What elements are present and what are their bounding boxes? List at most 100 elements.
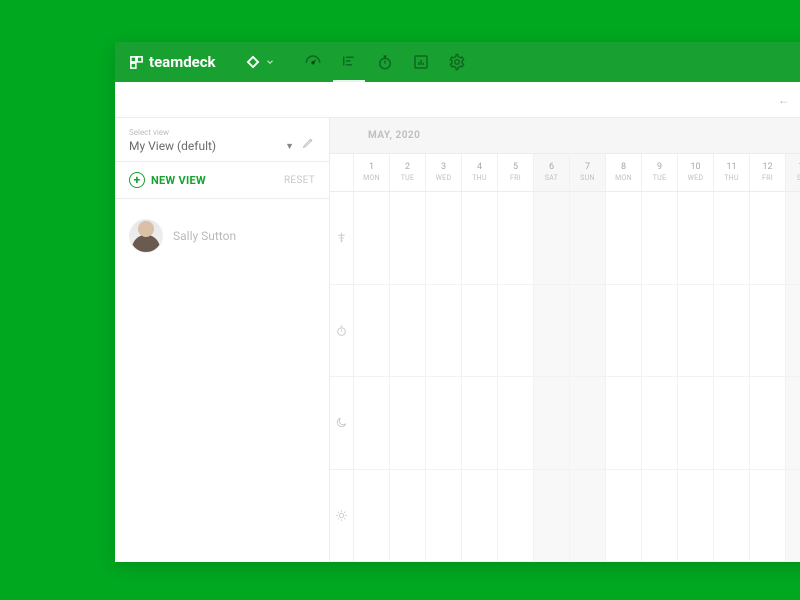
grid-cell[interactable] — [750, 470, 785, 563]
grid-cell[interactable] — [606, 285, 641, 378]
avatar — [129, 219, 163, 253]
grid-cell[interactable] — [786, 470, 800, 563]
grid-column — [714, 192, 750, 562]
grid-column — [390, 192, 426, 562]
person-row[interactable]: Sally Sutton — [115, 199, 329, 273]
grid-cell[interactable] — [642, 285, 677, 378]
day-header-cell[interactable]: 6SAT — [534, 154, 570, 191]
grid-cell[interactable] — [642, 470, 677, 563]
workspace-switcher[interactable] — [244, 53, 275, 71]
grid-cell[interactable] — [498, 285, 533, 378]
day-header-cell[interactable]: 5FRI — [498, 154, 534, 191]
grid-cell[interactable] — [678, 285, 713, 378]
grid-cell[interactable] — [498, 377, 533, 470]
day-header-cell[interactable]: 13SAT — [786, 154, 800, 191]
grid-cell[interactable] — [750, 192, 785, 285]
grid-cell[interactable] — [390, 285, 425, 378]
grid-cell[interactable] — [534, 285, 569, 378]
grid-cell[interactable] — [354, 285, 389, 378]
grid-cell[interactable] — [426, 285, 461, 378]
grid-cell[interactable] — [750, 285, 785, 378]
row-vacation[interactable] — [330, 470, 353, 563]
grid-cell[interactable] — [498, 192, 533, 285]
brand[interactable]: teamdeck — [129, 53, 216, 71]
grid-cell[interactable] — [570, 377, 605, 470]
grid-cell[interactable] — [354, 377, 389, 470]
grid-cell[interactable] — [786, 377, 800, 470]
day-header-cell[interactable]: 11THU — [714, 154, 750, 191]
grid-cell[interactable] — [786, 285, 800, 378]
reset-button[interactable]: RESET — [284, 175, 315, 186]
grid-cell[interactable] — [606, 377, 641, 470]
grid-cell[interactable] — [570, 470, 605, 563]
day-header-cell[interactable]: 12FRI — [750, 154, 786, 191]
prev-date-button[interactable]: ← — [778, 93, 790, 107]
day-header-cell[interactable]: 9TUE — [642, 154, 678, 191]
month-label: MAY, 2020 — [368, 130, 420, 141]
grid-cell[interactable] — [750, 377, 785, 470]
grid-cell[interactable] — [534, 192, 569, 285]
grid-cell[interactable] — [714, 285, 749, 378]
grid-cell[interactable] — [462, 192, 497, 285]
grid-cell[interactable] — [462, 470, 497, 563]
nav-dashboard[interactable] — [297, 42, 329, 82]
day-header-cell[interactable]: 3WED — [426, 154, 462, 191]
grid-cell[interactable] — [678, 192, 713, 285]
grid-cell[interactable] — [426, 192, 461, 285]
grid-column — [678, 192, 714, 562]
gauge-icon — [304, 53, 322, 71]
content: Select view My View (defult) ▼ + NEW VIE… — [115, 118, 800, 562]
grid-cell[interactable] — [426, 470, 461, 563]
grid-cell[interactable] — [786, 192, 800, 285]
nav-settings[interactable] — [441, 42, 473, 82]
grid-cell[interactable] — [606, 192, 641, 285]
grid-cell[interactable] — [462, 285, 497, 378]
day-header-cell[interactable]: 8MON — [606, 154, 642, 191]
view-select-dropdown[interactable]: My View (defult) ▼ — [129, 139, 294, 153]
nav-schedule[interactable] — [333, 42, 365, 82]
grid-cell[interactable] — [606, 470, 641, 563]
nav-timer[interactable] — [369, 42, 401, 82]
person-name: Sally Sutton — [173, 229, 236, 243]
grid-cell[interactable] — [570, 285, 605, 378]
grid-cell[interactable] — [642, 377, 677, 470]
brand-logo-icon — [129, 55, 144, 70]
grid-cell[interactable] — [390, 192, 425, 285]
grid-cell[interactable] — [534, 377, 569, 470]
gear-icon — [448, 53, 466, 71]
row-allocation[interactable] — [330, 192, 353, 285]
grid-cell[interactable] — [570, 192, 605, 285]
grid-cell[interactable] — [498, 470, 533, 563]
grid-cell[interactable] — [678, 470, 713, 563]
row-timetracking[interactable] — [330, 285, 353, 378]
grid-cell[interactable] — [354, 470, 389, 563]
app-window: teamdeck — [115, 42, 800, 562]
day-header-cell[interactable]: 7SUN — [570, 154, 606, 191]
grid-column — [354, 192, 390, 562]
grid-cell[interactable] — [678, 377, 713, 470]
view-selector: Select view My View (defult) ▼ — [115, 118, 329, 162]
edit-view-button[interactable] — [302, 134, 315, 153]
align-left-icon — [340, 52, 358, 70]
grid-cell[interactable] — [642, 192, 677, 285]
new-view-button[interactable]: + NEW VIEW — [129, 172, 206, 188]
row-availability[interactable] — [330, 377, 353, 470]
grid-cell[interactable] — [426, 377, 461, 470]
grid-cell[interactable] — [462, 377, 497, 470]
day-header-cell[interactable]: 4THU — [462, 154, 498, 191]
grid-column — [642, 192, 678, 562]
grid-cell[interactable] — [390, 377, 425, 470]
grid-cell[interactable] — [714, 192, 749, 285]
grid-cell[interactable] — [534, 470, 569, 563]
day-header-cell[interactable]: 2TUE — [390, 154, 426, 191]
day-header-cell[interactable]: 10WED — [678, 154, 714, 191]
topbar: teamdeck — [115, 42, 800, 82]
nav-reports[interactable] — [405, 42, 437, 82]
grid-cell[interactable] — [714, 377, 749, 470]
grid-cell[interactable] — [354, 192, 389, 285]
grid-column — [534, 192, 570, 562]
diamond-icon — [244, 53, 262, 71]
grid-cell[interactable] — [714, 470, 749, 563]
day-header-cell[interactable]: 1MON — [354, 154, 390, 191]
grid-cell[interactable] — [390, 470, 425, 563]
